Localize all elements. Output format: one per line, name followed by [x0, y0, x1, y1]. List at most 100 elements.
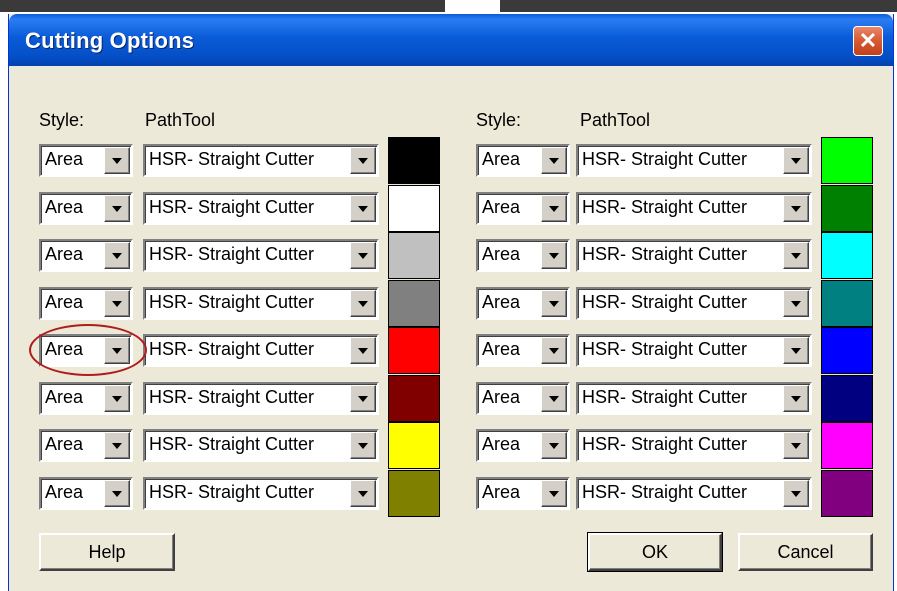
right-style-dropdown[interactable]: Area	[476, 144, 570, 177]
chevron-down-icon[interactable]	[104, 194, 130, 222]
right-pathtool-dropdown[interactable]: HSR- Straight Cutter	[576, 286, 812, 320]
chevron-down-icon[interactable]	[541, 147, 567, 174]
left-style-dropdown[interactable]: Area	[39, 239, 133, 272]
right-color-swatch[interactable]	[821, 184, 873, 232]
window-title: Cutting Options	[25, 28, 195, 53]
chevron-down-icon[interactable]	[350, 194, 376, 222]
style-value: Area	[482, 196, 521, 217]
chevron-down-icon[interactable]	[104, 432, 130, 459]
pathtool-value: HSR- Straight Cutter	[149, 244, 315, 264]
style-value: Area	[482, 386, 521, 407]
help-button[interactable]: Help	[39, 533, 175, 571]
chevron-down-icon[interactable]	[783, 242, 809, 269]
left-pathtool-dropdown[interactable]: HSR- Straight Cutter	[143, 476, 379, 510]
ok-button[interactable]: OK	[587, 532, 723, 572]
right-pathtool-dropdown[interactable]: HSR- Straight Cutter	[576, 144, 812, 177]
right-color-swatch[interactable]	[821, 279, 873, 327]
left-pathtool-dropdown[interactable]: HSR- Straight Cutter	[143, 334, 379, 367]
chevron-down-icon[interactable]	[104, 289, 130, 317]
pathtool-value: HSR- Straight Cutter	[149, 196, 315, 217]
left-style-dropdown[interactable]: Area	[39, 429, 133, 462]
left-color-swatch[interactable]	[388, 374, 440, 422]
chevron-down-icon[interactable]	[350, 289, 376, 317]
right-pathtool-dropdown[interactable]: HSR- Straight Cutter	[576, 191, 812, 225]
chevron-down-icon[interactable]	[783, 289, 809, 317]
right-style-dropdown[interactable]: Area	[476, 334, 570, 367]
chevron-down-icon[interactable]	[541, 242, 567, 269]
left-color-swatch[interactable]	[388, 327, 440, 374]
right-style-dropdown[interactable]: Area	[476, 191, 570, 225]
right-color-swatch[interactable]	[821, 232, 873, 279]
right-style-dropdown[interactable]: Area	[476, 286, 570, 320]
left-pathtool-dropdown[interactable]: HSR- Straight Cutter	[143, 144, 379, 177]
style-value: Area	[45, 434, 84, 454]
chevron-down-icon[interactable]	[350, 242, 376, 269]
right-pathtool-dropdown[interactable]: HSR- Straight Cutter	[576, 429, 812, 462]
right-pathtool-dropdown[interactable]: HSR- Straight Cutter	[576, 239, 812, 272]
left-pathtool-dropdown[interactable]: HSR- Straight Cutter	[143, 191, 379, 225]
chevron-down-icon[interactable]	[541, 384, 567, 412]
pathtool-value: HSR- Straight Cutter	[582, 481, 748, 502]
chevron-down-icon[interactable]	[104, 147, 130, 174]
left-pathtool-dropdown[interactable]: HSR- Straight Cutter	[143, 381, 379, 415]
chevron-down-icon[interactable]	[350, 337, 376, 364]
chevron-down-icon[interactable]	[541, 289, 567, 317]
right-pathtool-header: PathTool	[580, 110, 651, 130]
right-color-swatch[interactable]	[821, 374, 873, 422]
style-value: Area	[482, 481, 521, 502]
right-style-dropdown[interactable]: Area	[476, 381, 570, 415]
chevron-down-icon[interactable]	[104, 384, 130, 412]
cancel-button[interactable]: Cancel	[738, 533, 873, 571]
chevron-down-icon[interactable]	[783, 147, 809, 174]
chevron-down-icon[interactable]	[541, 479, 567, 507]
chevron-down-icon[interactable]	[104, 242, 130, 269]
pathtool-value: HSR- Straight Cutter	[149, 481, 315, 502]
chevron-down-icon[interactable]	[350, 384, 376, 412]
left-style-dropdown[interactable]: Area	[39, 144, 133, 177]
chevron-down-icon[interactable]	[783, 479, 809, 507]
pathtool-value: HSR- Straight Cutter	[582, 339, 748, 359]
left-style-dropdown[interactable]: Area	[39, 476, 133, 510]
left-pathtool-dropdown[interactable]: HSR- Straight Cutter	[143, 429, 379, 462]
right-style-header: Style:	[476, 110, 522, 130]
chevron-down-icon[interactable]	[783, 337, 809, 364]
close-icon[interactable]: ✕	[853, 26, 883, 56]
right-pathtool-dropdown[interactable]: HSR- Straight Cutter	[576, 381, 812, 415]
right-color-swatch[interactable]	[821, 422, 873, 469]
pathtool-value: HSR- Straight Cutter	[149, 434, 315, 454]
right-color-swatch[interactable]	[821, 469, 873, 517]
left-color-swatch[interactable]	[388, 469, 440, 517]
chevron-down-icon[interactable]	[104, 479, 130, 507]
right-pathtool-dropdown[interactable]: HSR- Straight Cutter	[576, 476, 812, 510]
right-style-dropdown[interactable]: Area	[476, 429, 570, 462]
right-color-swatch[interactable]	[821, 327, 873, 374]
left-pathtool-dropdown[interactable]: HSR- Straight Cutter	[143, 286, 379, 320]
style-value: Area	[45, 481, 84, 502]
left-style-dropdown[interactable]: Area	[39, 286, 133, 320]
left-style-dropdown[interactable]: Area	[39, 191, 133, 225]
chevron-down-icon[interactable]	[541, 194, 567, 222]
pathtool-value: HSR- Straight Cutter	[149, 386, 315, 407]
chevron-down-icon[interactable]	[783, 432, 809, 459]
right-style-dropdown[interactable]: Area	[476, 476, 570, 510]
left-style-dropdown[interactable]: Area	[39, 381, 133, 415]
left-color-swatch[interactable]	[388, 184, 440, 232]
chevron-down-icon[interactable]	[783, 384, 809, 412]
left-color-swatch[interactable]	[388, 232, 440, 279]
chevron-down-icon[interactable]	[541, 337, 567, 364]
left-color-swatch[interactable]	[388, 422, 440, 469]
chevron-down-icon[interactable]	[783, 194, 809, 222]
right-pathtool-dropdown[interactable]: HSR- Straight Cutter	[576, 334, 812, 367]
chevron-down-icon[interactable]	[350, 479, 376, 507]
right-style-dropdown[interactable]: Area	[476, 239, 570, 272]
title-bar[interactable]: Cutting Options ✕	[9, 14, 893, 66]
left-pathtool-dropdown[interactable]: HSR- Straight Cutter	[143, 239, 379, 272]
right-color-swatch[interactable]	[821, 137, 873, 184]
left-color-swatch[interactable]	[388, 279, 440, 327]
pathtool-value: HSR- Straight Cutter	[582, 149, 748, 169]
pathtool-value: HSR- Straight Cutter	[582, 291, 748, 312]
chevron-down-icon[interactable]	[350, 432, 376, 459]
left-color-swatch[interactable]	[388, 137, 440, 184]
chevron-down-icon[interactable]	[350, 147, 376, 174]
chevron-down-icon[interactable]	[541, 432, 567, 459]
